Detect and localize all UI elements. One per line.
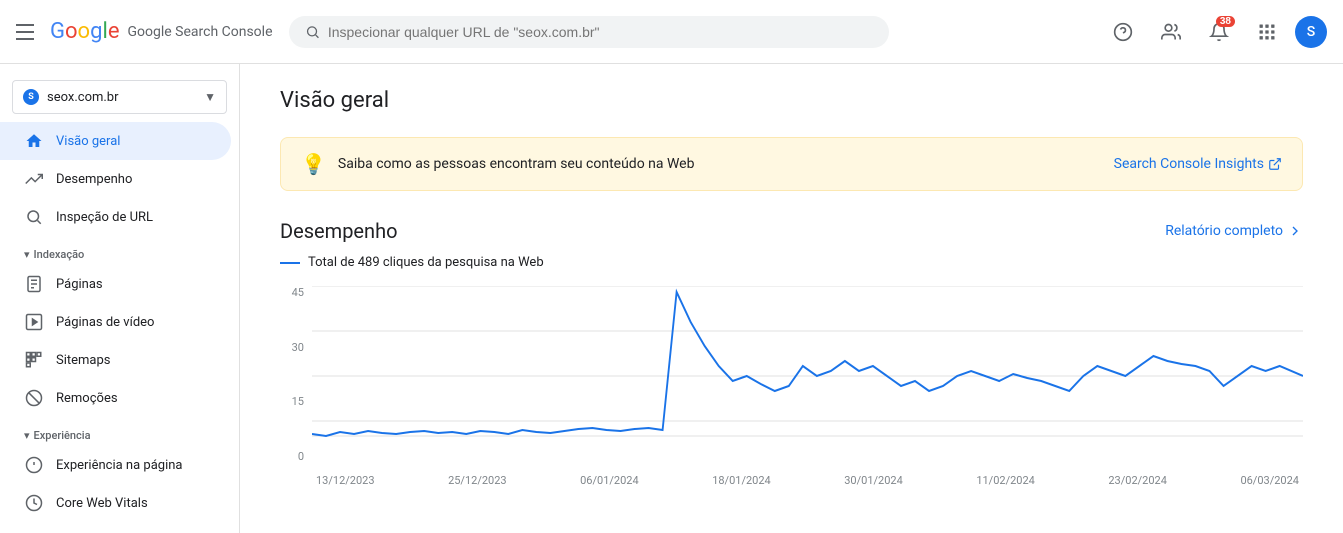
- apps-button[interactable]: [1247, 12, 1287, 52]
- site-selector[interactable]: S seox.com.br ▼: [12, 80, 227, 114]
- sidebar-item-experiencia-pagina[interactable]: Experiência na página: [0, 446, 231, 484]
- sidebar-item-sitemaps[interactable]: Sitemaps: [0, 341, 231, 379]
- trending-up-icon: [24, 170, 44, 188]
- product-name: Google Search Console: [127, 24, 272, 40]
- page-title: Visão geral: [280, 88, 1303, 113]
- report-link-label: Relatório completo: [1165, 223, 1283, 239]
- sidebar-item-desempenho[interactable]: Desempenho: [0, 160, 231, 198]
- top-icons: 38 S: [1103, 12, 1327, 52]
- pages-icon: [24, 275, 44, 293]
- users-icon: [1161, 22, 1181, 42]
- video-pages-icon: [24, 313, 44, 331]
- apps-icon: [1257, 22, 1277, 42]
- section-arrow-icon-exp: ▾: [24, 429, 30, 442]
- section-arrow-icon: ▾: [24, 248, 30, 261]
- nav-label-paginas: Páginas: [56, 277, 103, 292]
- url-search-input[interactable]: [328, 24, 873, 40]
- section-experiencia: ▾ Experiência: [0, 417, 239, 446]
- site-favicon: S: [23, 89, 39, 105]
- site-name: seox.com.br: [47, 90, 196, 105]
- sidebar-item-core-web-vitals[interactable]: Core Web Vitals: [0, 484, 231, 522]
- insight-card: 💡 Saiba como as pessoas encontram seu co…: [280, 137, 1303, 191]
- avatar[interactable]: S: [1295, 16, 1327, 48]
- y-axis-labels: 45 30 15 0: [280, 286, 304, 487]
- search-bar: [289, 16, 889, 48]
- full-report-link[interactable]: Relatório completo: [1165, 223, 1303, 239]
- notifications-button[interactable]: 38: [1199, 12, 1239, 52]
- nav-label-paginas-video: Páginas de vídeo: [56, 315, 154, 330]
- help-icon: [1113, 22, 1133, 42]
- core-web-vitals-icon: [24, 494, 44, 512]
- external-link-icon: [1268, 157, 1282, 171]
- insight-left: 💡 Saiba como as pessoas encontram seu co…: [301, 152, 694, 176]
- sidebar-item-paginas[interactable]: Páginas: [0, 265, 231, 303]
- removals-icon: [24, 389, 44, 407]
- home-icon: [24, 132, 44, 150]
- insight-link-label: Search Console Insights: [1114, 156, 1264, 172]
- performance-chart: [312, 286, 1303, 466]
- sidebar-item-visao-geral[interactable]: Visão geral: [0, 122, 231, 160]
- sitemaps-icon: [24, 351, 44, 369]
- sidebar: S seox.com.br ▼ Visão geral Desempenho I…: [0, 64, 240, 533]
- nav-label-remocoes: Remoções: [56, 391, 118, 406]
- x-axis-labels: 13/12/2023 25/12/2023 06/01/2024 18/01/2…: [312, 474, 1303, 487]
- notification-badge: 38: [1216, 16, 1235, 27]
- nav-label-core-web-vitals: Core Web Vitals: [56, 496, 148, 511]
- chart-area: 13/12/2023 25/12/2023 06/01/2024 18/01/2…: [312, 286, 1303, 487]
- insight-text: Saiba como as pessoas encontram seu cont…: [338, 156, 695, 172]
- chart-wrapper: 45 30 15 0 13/12/2023 25/1: [280, 286, 1303, 487]
- performance-header: Desempenho Relatório completo: [280, 219, 1303, 243]
- main-layout: S seox.com.br ▼ Visão geral Desempenho I…: [0, 64, 1343, 533]
- menu-button[interactable]: [16, 24, 34, 40]
- bulb-icon: 💡: [301, 152, 326, 176]
- sidebar-item-remocoes[interactable]: Remoções: [0, 379, 231, 417]
- nav-label-visao-geral: Visão geral: [56, 134, 120, 149]
- nav-label-inspecao: Inspeção de URL: [56, 210, 153, 225]
- nav-label-experiencia-pagina: Experiência na página: [56, 458, 183, 473]
- sidebar-item-paginas-video[interactable]: Páginas de vídeo: [0, 303, 231, 341]
- chevron-down-icon: ▼: [204, 90, 216, 104]
- search-console-insights-link[interactable]: Search Console Insights: [1114, 156, 1282, 172]
- section-indexacao: ▾ Indexação: [0, 236, 239, 265]
- nav-label-desempenho: Desempenho: [56, 172, 132, 187]
- users-button[interactable]: [1151, 12, 1191, 52]
- main-content: Visão geral 💡 Saiba como as pessoas enco…: [240, 64, 1343, 533]
- sidebar-item-inspecao[interactable]: Inspeção de URL: [0, 198, 231, 236]
- help-button[interactable]: [1103, 12, 1143, 52]
- legend-line: [280, 262, 300, 264]
- page-experience-icon: [24, 456, 44, 474]
- inspect-url-icon: [24, 208, 44, 226]
- top-bar: Google Google Search Console: [0, 0, 1343, 64]
- nav-label-sitemaps: Sitemaps: [56, 353, 111, 368]
- logo[interactable]: Google Google Search Console: [50, 19, 273, 44]
- chart-legend: Total de 489 cliques da pesquisa na Web: [280, 255, 1303, 270]
- search-icon: [305, 24, 320, 40]
- chevron-right-icon: [1287, 223, 1303, 239]
- performance-title: Desempenho: [280, 219, 398, 243]
- legend-text: Total de 489 cliques da pesquisa na Web: [308, 255, 544, 270]
